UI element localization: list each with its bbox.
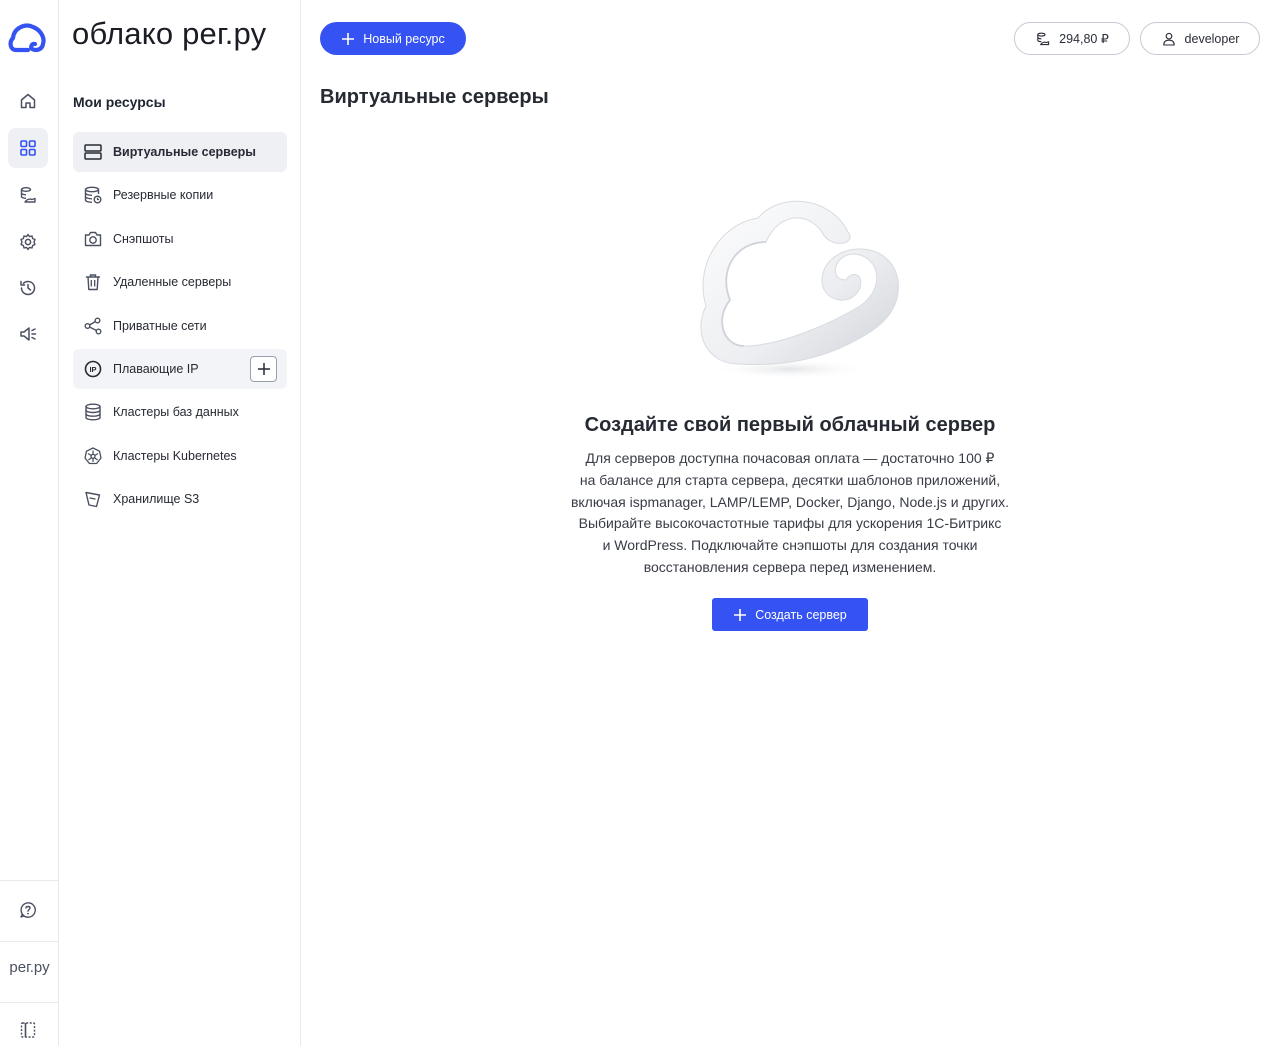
database-icon	[83, 402, 103, 422]
create-server-button[interactable]: Создать сервер	[712, 598, 868, 631]
user-menu-button[interactable]: developer	[1140, 22, 1260, 55]
description-line: восстановления сервера перед изменением.	[643, 558, 937, 575]
user-icon	[1162, 32, 1175, 46]
description-line: и WordPress. Подключайте снэпшоты для со…	[602, 537, 978, 554]
balance-value: 294,80 ₽	[1059, 32, 1109, 46]
help-icon	[20, 902, 36, 918]
sidebar-item-label: Приватные сети	[113, 318, 207, 333]
rail-home-button[interactable]	[8, 81, 48, 121]
description-line: Выбирайте высокочастотные тарифы для уск…	[578, 515, 1002, 532]
billing-icon	[1037, 32, 1050, 45]
sidebar-item-virtual-servers[interactable]: Виртуальные серверы	[73, 132, 287, 172]
sidebar-item-snapshots[interactable]: Снэпшоты	[73, 219, 287, 259]
home-icon	[20, 93, 36, 109]
history-icon	[20, 280, 36, 296]
add-floating-ip-button[interactable]	[250, 355, 277, 382]
empty-state-description: Для серверов доступна почасовая оплата —…	[560, 448, 1020, 579]
sidebar-item-s3-storage[interactable]: Хранилище S3	[73, 479, 287, 519]
network-icon	[83, 316, 103, 336]
regru-brand-link[interactable]: рег.ру	[0, 959, 59, 976]
empty-state-title: Создайте свой первый облачный сервер	[584, 414, 996, 436]
camera-icon	[83, 229, 103, 249]
balance-button[interactable]: 294,80 ₽	[1014, 22, 1130, 55]
sidebar-item-label: Резервные копии	[113, 188, 214, 203]
rail-divider	[0, 880, 59, 881]
resources-nav: Виртуальные серверы Резервные копии Снэп…	[73, 132, 287, 523]
icon-rail: рег.ру	[0, 0, 59, 1046]
gear-icon	[20, 233, 36, 251]
grid-icon	[20, 140, 36, 156]
sidebar-item-label: Снэпшоты	[113, 231, 174, 246]
rail-settings-button[interactable]	[8, 222, 48, 262]
section-title: Мои ресурсы	[73, 94, 166, 110]
sidebar-item-label: Плавающие IP	[113, 361, 199, 376]
plus-icon	[257, 362, 270, 375]
rail-divider	[0, 1002, 59, 1003]
collapse-sidebar-icon	[20, 1022, 36, 1038]
rail-divider	[0, 941, 59, 942]
sidebar-item-label: Хранилище S3	[113, 492, 200, 507]
create-server-label: Создать сервер	[755, 607, 847, 622]
sidebar-item-private-networks[interactable]: Приватные сети	[73, 306, 287, 346]
sidebar-item-deleted-servers[interactable]: Удаленные серверы	[73, 262, 287, 302]
description-line: Для серверов доступна почасовая оплата —…	[585, 450, 995, 466]
rail-resources-button[interactable]	[8, 128, 48, 168]
sidebar-item-label: Виртуальные серверы	[113, 145, 256, 159]
cloud-logo-icon[interactable]	[8, 22, 48, 56]
new-resource-button[interactable]: Новый ресурс	[320, 22, 466, 55]
cloud-illustration	[680, 184, 906, 384]
storage-icon	[83, 489, 103, 509]
collapse-sidebar-button[interactable]	[8, 1010, 48, 1046]
plus-icon	[734, 608, 747, 621]
backup-icon	[83, 185, 103, 205]
svg-text:IP: IP	[89, 365, 96, 374]
resources-panel: облако рег.ру Мои ресурсы Виртуальные се…	[59, 0, 301, 1046]
page-title: Виртуальные серверы	[320, 86, 549, 108]
rail-help-button[interactable]	[8, 890, 48, 930]
billing-icon	[20, 187, 36, 203]
sidebar-item-backups[interactable]: Резервные копии	[73, 175, 287, 215]
rail-announcements-button[interactable]	[8, 314, 48, 354]
ip-icon: IP	[83, 359, 103, 379]
rail-history-button[interactable]	[8, 268, 48, 308]
server-icon	[83, 142, 103, 162]
kubernetes-icon	[83, 446, 103, 466]
description-line: включая ispmanager, LAMP/LEMP, Docker, D…	[570, 493, 1010, 510]
sidebar-item-database-clusters[interactable]: Кластеры баз данных	[73, 392, 287, 432]
rail-billing-button[interactable]	[8, 175, 48, 215]
user-name: developer	[1184, 31, 1240, 46]
description-line: на балансе для старта сервера, десятки ш…	[579, 471, 1001, 488]
brand-title[interactable]: облако рег.ру	[72, 16, 266, 52]
sidebar-item-kubernetes-clusters[interactable]: Кластеры Kubernetes	[73, 436, 287, 476]
sidebar-item-label: Кластеры баз данных	[113, 405, 239, 420]
sidebar-item-label: Удаленные серверы	[113, 275, 232, 290]
new-resource-label: Новый ресурс	[363, 31, 445, 46]
sidebar-item-floating-ip[interactable]: IP Плавающие IP	[73, 348, 287, 389]
trash-icon	[83, 272, 103, 292]
announcements-icon	[20, 327, 37, 341]
sidebar-item-label: Кластеры Kubernetes	[113, 448, 237, 463]
plus-icon	[342, 32, 355, 45]
